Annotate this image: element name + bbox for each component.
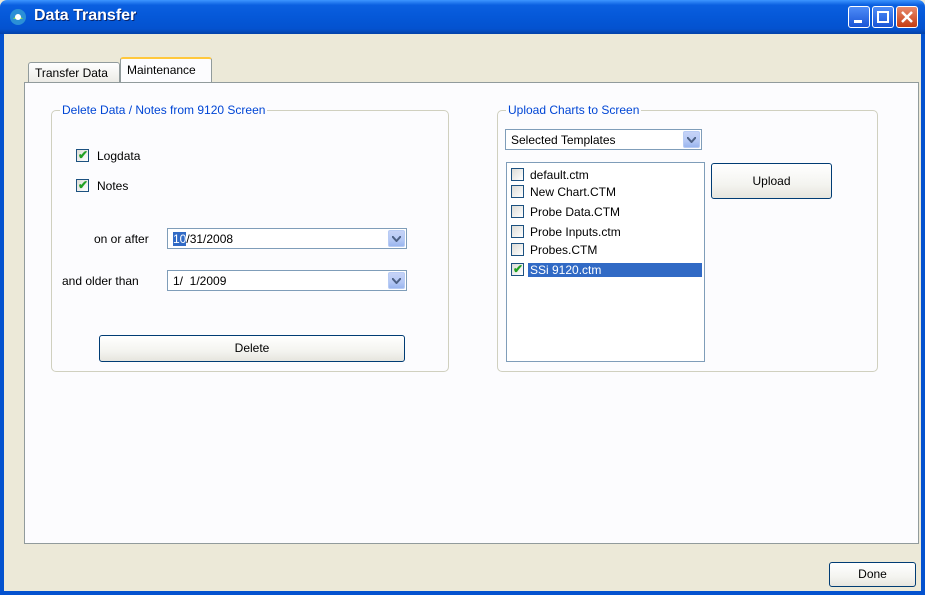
list-item-checkbox[interactable] — [511, 243, 524, 256]
tab-label: Transfer Data — [35, 66, 108, 80]
upload-button-label: Upload — [752, 174, 791, 188]
older-than-date-picker[interactable]: 1/ 1/2009 — [167, 270, 407, 291]
list-item-checkbox[interactable] — [511, 225, 524, 238]
template-filter-value: Selected Templates — [511, 133, 616, 147]
list-item-label: Probe Inputs.ctm — [530, 225, 621, 239]
template-filter-select[interactable]: Selected Templates — [505, 129, 702, 150]
chevron-down-icon — [687, 137, 696, 143]
delete-button[interactable]: Delete — [99, 335, 405, 362]
list-item-label: SSi 9120.ctm — [528, 263, 702, 277]
list-item[interactable]: Probe Inputs.ctm — [509, 224, 702, 240]
logdata-label: Logdata — [97, 149, 141, 163]
check-icon: ✔ — [78, 178, 89, 192]
title-bar[interactable]: Data Transfer — [0, 0, 925, 34]
satellite-icon — [10, 9, 26, 25]
list-item-label: New Chart.CTM — [530, 185, 617, 199]
minimize-icon — [854, 20, 862, 23]
dropdown-button[interactable] — [683, 131, 700, 148]
close-button[interactable] — [896, 6, 918, 28]
list-item[interactable]: New Chart.CTM — [509, 184, 702, 200]
list-item-checkbox[interactable] — [511, 205, 524, 218]
notes-label: Notes — [97, 179, 129, 193]
list-item-selected[interactable]: ✔ SSi 9120.ctm — [509, 262, 702, 278]
done-button[interactable]: Done — [829, 562, 916, 587]
window-title: Data Transfer — [34, 7, 137, 24]
done-button-label: Done — [858, 567, 887, 581]
date-rest-part[interactable]: /31/2008 — [186, 232, 233, 246]
window-frame-right — [921, 34, 925, 595]
minimize-button[interactable] — [848, 6, 870, 28]
group-legend: Delete Data / Notes from 9120 Screen — [60, 103, 268, 117]
data-transfer-window: Data Transfer Transfer Data Maintenance … — [0, 0, 925, 595]
tab-transfer-data[interactable]: Transfer Data — [28, 62, 120, 82]
dropdown-button[interactable] — [388, 230, 405, 247]
logdata-checkbox[interactable]: ✔ — [76, 148, 89, 162]
check-icon: ✔ — [78, 148, 89, 162]
maximize-button[interactable] — [872, 6, 894, 28]
check-icon: ✔ — [513, 262, 524, 276]
list-item-label: default.ctm — [530, 168, 589, 182]
list-item-label: Probe Data.CTM — [530, 205, 621, 219]
upload-button[interactable]: Upload — [711, 163, 832, 199]
chevron-down-icon — [392, 236, 401, 242]
dropdown-button[interactable] — [388, 272, 405, 289]
older-than-value[interactable]: 1/ 1/2009 — [173, 274, 226, 288]
close-icon — [901, 11, 913, 23]
list-item[interactable]: Probes.CTM — [509, 242, 702, 258]
on-or-after-label: on or after — [94, 232, 149, 246]
window-frame-bottom — [0, 591, 925, 595]
on-or-after-date-picker[interactable]: 10/31/2008 — [167, 228, 407, 249]
list-item-checkbox[interactable]: ✔ — [511, 262, 524, 276]
list-item-label: Probes.CTM — [530, 243, 598, 257]
group-legend: Upload Charts to Screen — [506, 103, 642, 117]
chart-template-list[interactable]: default.ctm New Chart.CTM Probe Data.CTM… — [506, 162, 705, 362]
chevron-down-icon — [392, 278, 401, 284]
date-selected-part[interactable]: 10 — [173, 232, 187, 246]
list-item[interactable]: default.ctm — [509, 167, 702, 183]
delete-button-label: Delete — [234, 341, 270, 355]
tab-label: Maintenance — [127, 63, 196, 77]
tab-maintenance[interactable]: Maintenance — [120, 57, 212, 82]
older-than-label: and older than — [62, 274, 139, 288]
list-item-checkbox[interactable] — [511, 185, 524, 198]
notes-checkbox[interactable]: ✔ — [76, 178, 89, 192]
list-item[interactable]: Probe Data.CTM — [509, 204, 702, 220]
list-item-checkbox[interactable] — [511, 168, 524, 181]
maximize-icon — [877, 11, 889, 23]
